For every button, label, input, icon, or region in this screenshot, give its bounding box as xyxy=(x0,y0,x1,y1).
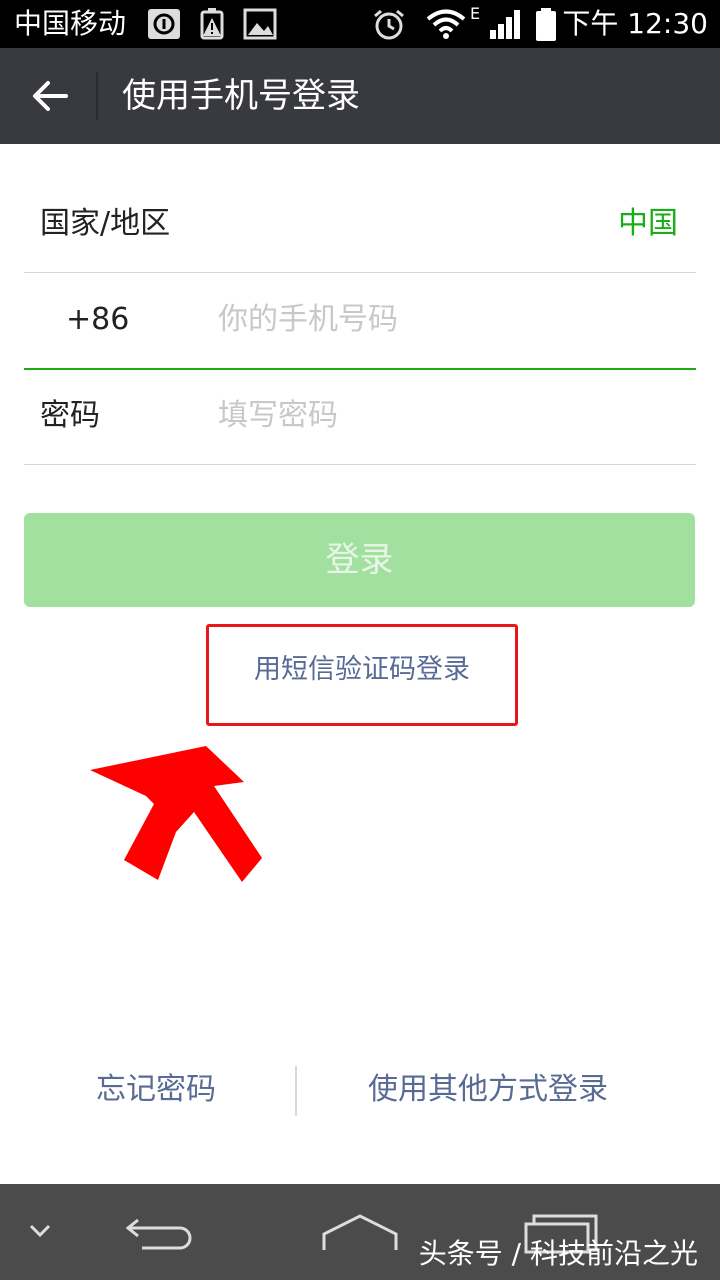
battery-warning-icon xyxy=(200,8,224,40)
sms-login-highlight[interactable]: 用短信验证码登录 xyxy=(206,624,518,726)
password-input[interactable]: 填写密码 xyxy=(218,368,338,464)
country-value: 中国 xyxy=(618,206,678,241)
back-nav-icon[interactable] xyxy=(124,1214,196,1254)
phone-number-row: +86 你的手机号码 xyxy=(24,272,696,370)
red-arrow-annotation-icon xyxy=(90,746,262,882)
home-icon[interactable] xyxy=(320,1212,400,1252)
signal-icon xyxy=(490,10,520,39)
image-notification-icon xyxy=(243,8,277,40)
clock: 下午 12:30 xyxy=(562,7,708,40)
chevron-down-icon[interactable] xyxy=(28,1220,52,1240)
wifi-icon xyxy=(426,9,466,39)
watermark: 头条号 / 科技前沿之光 xyxy=(418,1237,698,1270)
alarm-icon xyxy=(374,9,404,40)
bottom-links: 忘记密码 使用其他方式登录 xyxy=(0,1058,720,1122)
network-type: E xyxy=(470,4,481,23)
bottom-divider xyxy=(295,1066,297,1116)
title-divider xyxy=(96,72,98,120)
key-notification-icon xyxy=(148,9,180,39)
login-button[interactable]: 登录 xyxy=(24,513,695,607)
forgot-password-link[interactable]: 忘记密码 xyxy=(96,1058,216,1122)
password-row: 密码 填写密码 xyxy=(24,368,696,465)
phone-input[interactable]: 你的手机号码 xyxy=(218,272,398,368)
carrier-name: 中国移动 xyxy=(14,7,127,40)
country-code[interactable]: +86 xyxy=(66,272,129,368)
country-label: 国家/地区 xyxy=(40,206,171,241)
other-login-methods-link[interactable]: 使用其他方式登录 xyxy=(368,1058,608,1122)
status-bar: 中国移动 E 下午 12:30 xyxy=(0,0,720,48)
battery-icon xyxy=(536,8,556,41)
arrow-left-icon[interactable] xyxy=(28,74,72,118)
page-title: 使用手机号登录 xyxy=(122,76,360,116)
password-label: 密码 xyxy=(40,398,100,433)
title-bar: 使用手机号登录 xyxy=(0,48,720,144)
country-region-row[interactable]: 国家/地区 中国 xyxy=(24,176,696,273)
sms-login-link[interactable]: 用短信验证码登录 xyxy=(209,647,515,686)
